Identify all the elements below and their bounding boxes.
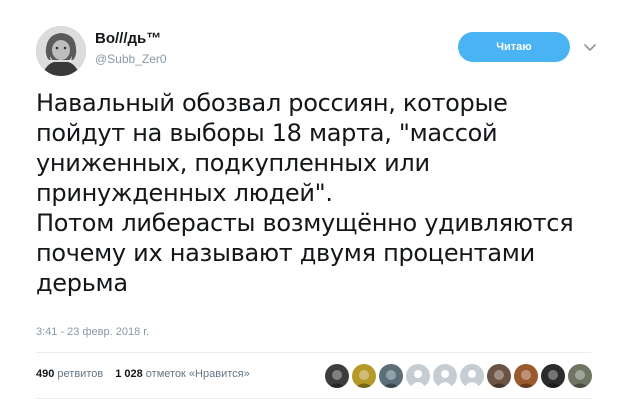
avatar-mono-photo-icon: [541, 364, 565, 388]
liker-avatar[interactable]: [352, 364, 376, 388]
liker-avatar[interactable]: [325, 364, 349, 388]
avatar-brown-photo-icon: [487, 364, 511, 388]
likers-avatars: [325, 364, 592, 388]
avatar-sunset-photo-icon: [514, 364, 538, 388]
tweet-stats: 490 ретвитов 1 028 отметок «Нравится»: [36, 368, 250, 380]
retweets-label: ретвитов: [57, 368, 104, 380]
avatar-dark-photo-icon: [325, 364, 349, 388]
avatar-default-egg-icon: [460, 364, 484, 388]
author-avatar[interactable]: [36, 26, 86, 76]
tweet-timestamp[interactable]: 3:41 - 23 февр. 2018 г.: [36, 326, 149, 338]
divider: [36, 352, 591, 353]
liker-avatar[interactable]: [379, 364, 403, 388]
retweets-count: 490: [36, 368, 55, 380]
liker-avatar[interactable]: [487, 364, 511, 388]
tweet-text: Навальный обозвал россиян, которые пойду…: [36, 89, 574, 297]
liker-avatar[interactable]: [406, 364, 430, 388]
author-name[interactable]: Во///дь™: [95, 30, 161, 47]
avatar-default-egg-icon: [433, 364, 457, 388]
likes-count: 1 028: [115, 368, 143, 380]
divider: [36, 398, 591, 399]
liker-avatar[interactable]: [433, 364, 457, 388]
likes-stat[interactable]: 1 028 отметок «Нравится»: [115, 368, 250, 380]
bearded-man-avatar-icon: [36, 26, 86, 76]
liker-avatar[interactable]: [514, 364, 538, 388]
chevron-down-icon[interactable]: [583, 40, 597, 54]
retweets-stat[interactable]: 490 ретвитов: [36, 368, 103, 380]
liker-avatar[interactable]: [460, 364, 484, 388]
avatar-outdoor-photo-icon: [568, 364, 592, 388]
likes-label: отметок «Нравится»: [145, 368, 250, 380]
avatar-yellow-photo-icon: [352, 364, 376, 388]
avatar-default-egg-icon: [406, 364, 430, 388]
avatar-ball-photo-icon: [379, 364, 403, 388]
liker-avatar[interactable]: [541, 364, 565, 388]
tweet-card: Во///дь™ @Subb_Zer0 Читаю Навальный обоз…: [0, 0, 627, 413]
following-button[interactable]: Читаю: [458, 32, 570, 62]
liker-avatar[interactable]: [568, 364, 592, 388]
author-handle[interactable]: @Subb_Zer0: [95, 52, 167, 66]
